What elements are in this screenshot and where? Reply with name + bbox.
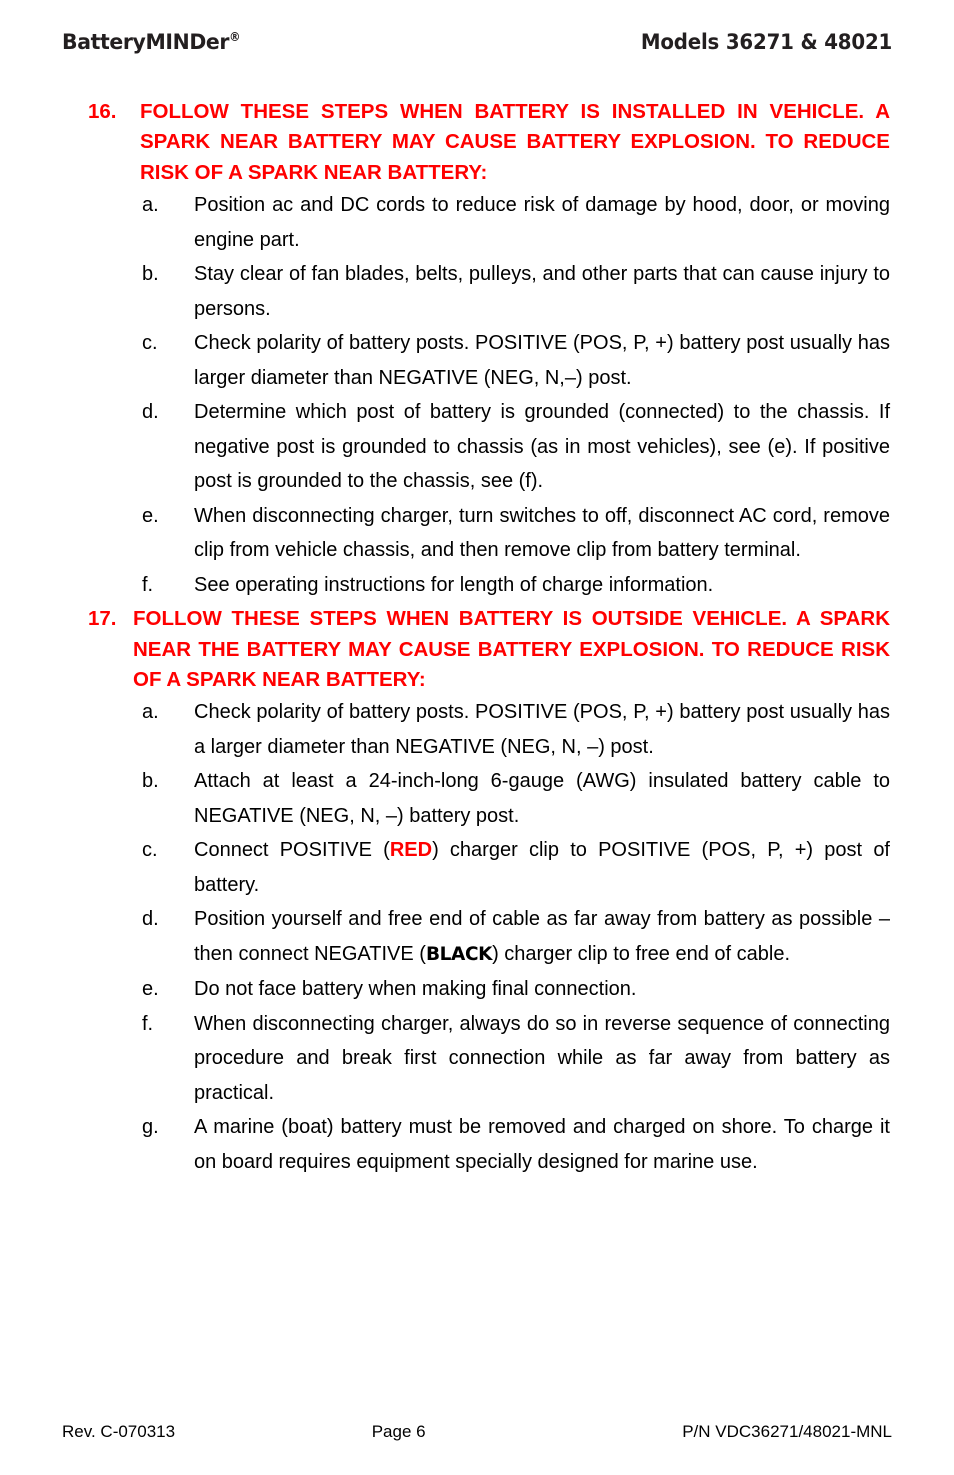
list-item-marker: e.	[142, 978, 159, 1001]
list-item: d. Position yourself and free end of cabl…	[0, 902, 954, 972]
list-item: a. Position ac and DC cords to reduce ris…	[0, 188, 954, 257]
list-item-marker: b.	[142, 770, 159, 793]
list-item-text: See operating instructions for length of…	[194, 573, 714, 596]
section-17-heading: 17. FOLLOW THESE STEPS WHEN BATTERY IS OU…	[88, 604, 890, 695]
document-content: 16. FOLLOW THESE STEPS WHEN BATTERY IS IN…	[0, 97, 954, 1179]
section-17-number: 17.	[88, 607, 117, 631]
brand-logo: BatteryMINDer®	[62, 30, 240, 55]
list-item-text: When disconnecting charger, always do so…	[194, 1012, 890, 1104]
list-item-marker: e.	[142, 504, 159, 527]
list-item-text: Check polarity of battery posts. POSITIV…	[194, 701, 890, 758]
list-item-marker: f.	[142, 573, 154, 596]
red-clip-highlight: RED	[389, 839, 433, 862]
list-item: e. When disconnecting charger, turn switc…	[0, 499, 954, 568]
section-16: 16. FOLLOW THESE STEPS WHEN BATTERY IS IN…	[0, 97, 954, 602]
part-number-label: P/N VDC36271/48021-MNL	[682, 1422, 892, 1441]
section-16-number: 16.	[88, 100, 117, 123]
model-numbers: Models 36271 & 48021	[640, 30, 892, 55]
list-item: d. Determine which post of battery is gro…	[0, 395, 954, 499]
list-item-marker: d.	[142, 908, 159, 931]
list-item-marker: a.	[142, 194, 159, 217]
list-item: f. See operating instructions for length …	[0, 568, 954, 603]
list-item-marker: c.	[142, 332, 158, 355]
list-item: c. Connect POSITIVE (RED) charger clip to…	[0, 833, 954, 902]
list-item-text-before: Connect POSITIVE (	[194, 839, 390, 862]
list-item-marker: f.	[142, 1012, 154, 1035]
list-item-text-after: ) charger clip to free end of cable.	[492, 942, 791, 965]
list-item-text: When disconnecting charger, turn switche…	[194, 504, 890, 562]
list-item: b. Stay clear of fan blades, belts, pulle…	[0, 257, 954, 326]
list-item-marker: a.	[142, 701, 159, 724]
list-item-text: Attach at least a 24-inch-long 6-gauge (…	[194, 770, 890, 827]
section-17-list: a. Check polarity of battery posts. POSIT…	[0, 695, 954, 1179]
list-item-text: Check polarity of battery posts. POSITIV…	[194, 332, 890, 389]
list-item-marker: b.	[142, 263, 159, 286]
list-item-text: A marine (boat) battery must be removed …	[194, 1116, 890, 1173]
page-footer: Rev. C-070313 Page 6 P/N VDC36271/48021-…	[62, 1422, 892, 1442]
list-item-text: Position ac and DC cords to reduce risk …	[194, 194, 890, 251]
list-item-marker: g.	[142, 1116, 159, 1139]
section-17: 17. FOLLOW THESE STEPS WHEN BATTERY IS OU…	[0, 604, 954, 1179]
list-item: a. Check polarity of battery posts. POSIT…	[0, 695, 954, 764]
list-item-marker: d.	[142, 401, 159, 424]
page-header: BatteryMINDer® Models 36271 & 48021	[62, 30, 892, 64]
list-item: e. Do not face battery when making final …	[0, 972, 954, 1007]
section-16-list: a. Position ac and DC cords to reduce ris…	[0, 188, 954, 602]
list-item-text: Do not face battery when making final co…	[194, 978, 637, 1001]
brand-name: BatteryMINDer	[62, 30, 230, 56]
list-item: b. Attach at least a 24-inch-long 6-gauge…	[0, 764, 954, 833]
page-number: Page 6	[371, 1422, 426, 1441]
list-item-text: Stay clear of fan blades, belts, pulleys…	[194, 263, 890, 320]
list-item: c. Check polarity of battery posts. POSIT…	[0, 326, 954, 395]
black-clip-highlight: BLACK	[425, 943, 493, 965]
section-17-heading-text: FOLLOW THESE STEPS WHEN BATTERY IS OUTSI…	[133, 607, 890, 692]
document-page: BatteryMINDer® Models 36271 & 48021 16. F…	[0, 0, 954, 1475]
list-item-marker: c.	[142, 839, 158, 862]
list-item-text: Determine which post of battery is groun…	[194, 401, 890, 493]
list-item: g. A marine (boat) battery must be remove…	[0, 1110, 954, 1179]
list-item: f. When disconnecting charger, always do …	[0, 1007, 954, 1111]
registered-trademark-icon: ®	[229, 30, 241, 44]
section-16-heading-text: FOLLOW THESE STEPS WHEN BATTERY IS INSTA…	[140, 100, 890, 184]
section-16-heading: 16. FOLLOW THESE STEPS WHEN BATTERY IS IN…	[88, 97, 890, 188]
